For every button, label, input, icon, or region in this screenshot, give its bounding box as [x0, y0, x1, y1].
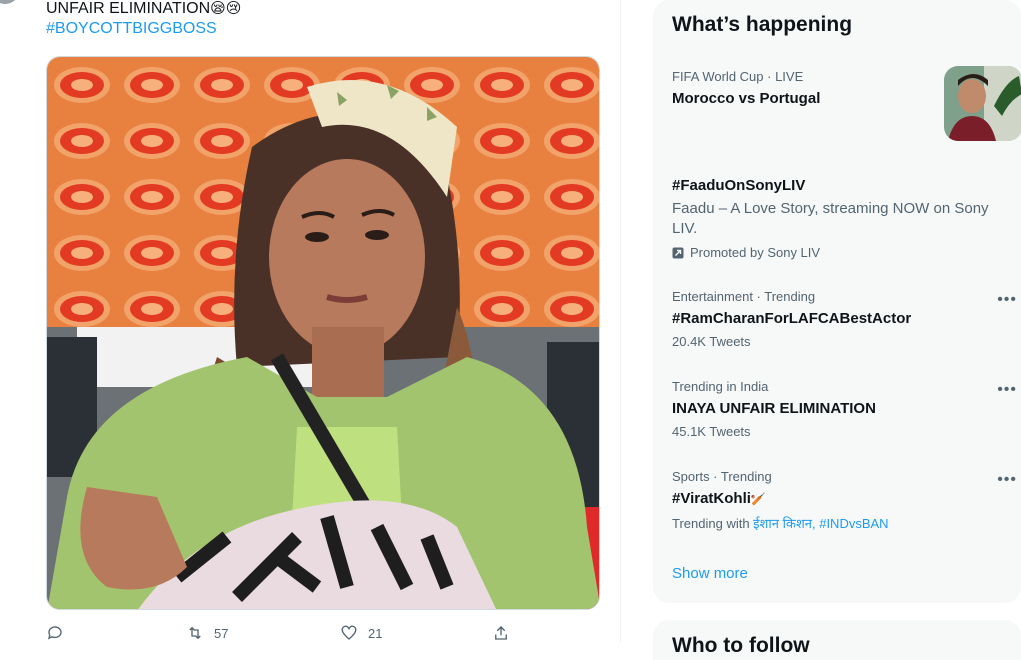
- trend-description: Faadu – A Love Story, streaming NOW on S…: [672, 200, 989, 237]
- tweet-text: UNFAIR ELIMINATION😪😢 #BOYCOTTBIGGBOSS: [46, 0, 241, 39]
- trend-name: #FaaduOnSonyLIV: [672, 177, 806, 194]
- avatar[interactable]: [0, 0, 20, 4]
- trend-name: INAYA UNFAIR ELIMINATION: [672, 400, 876, 417]
- like-count: 21: [368, 625, 383, 641]
- retweet-button[interactable]: 57: [186, 624, 228, 642]
- promoted-icon: [672, 247, 684, 258]
- cricket-emoji: 🏏: [750, 492, 766, 506]
- who-to-follow-card: Who to follow: [653, 620, 1021, 660]
- trend-name-text: #ViratKohli: [672, 490, 751, 507]
- tweet-emoji: 😪😢: [210, 0, 242, 17]
- tweet-photo[interactable]: [46, 56, 600, 610]
- trend-item[interactable]: Entertainment · Trending #RamCharanForLA…: [672, 289, 1021, 349]
- tweet-column: UNFAIR ELIMINATION😪😢 #BOYCOTTBIGGBOSS 57…: [0, 0, 621, 643]
- trend-tweet-count: 20.4K Tweets: [672, 334, 751, 349]
- whats-happening-card: What’s happening FIFA World Cup · LIVE M…: [653, 0, 1021, 603]
- more-icon[interactable]: •••: [997, 471, 1017, 489]
- trending-with-prefix: Trending with: [672, 516, 754, 531]
- tweet-actions: 57 21: [46, 624, 566, 644]
- reply-button[interactable]: [46, 624, 74, 642]
- reply-icon: [47, 626, 62, 640]
- trend-item[interactable]: Sports · Trending #ViratKohli🏏 Trending …: [672, 469, 1021, 532]
- trend-tweet-count: 45.1K Tweets: [672, 424, 751, 439]
- card-title: What’s happening: [672, 13, 853, 36]
- trend-item[interactable]: Trending in India INAYA UNFAIR ELIMINATI…: [672, 379, 1021, 439]
- trend-meta: Trending in India: [672, 379, 769, 394]
- share-button[interactable]: [492, 624, 510, 642]
- trend-name: #RamCharanForLAFCABestActor: [672, 310, 912, 327]
- card-title: Who to follow: [672, 634, 810, 657]
- trend-meta: Entertainment · Trending: [672, 289, 816, 304]
- tweet-photo-image: [47, 57, 599, 609]
- promoted-label: Promoted by Sony LIV: [672, 245, 1021, 260]
- like-icon: [341, 625, 357, 640]
- more-icon[interactable]: •••: [997, 291, 1017, 309]
- trending-with-links[interactable]: ईशान किशन, #INDvsBAN: [753, 516, 888, 531]
- retweet-icon: [189, 626, 201, 640]
- trend-item-promoted[interactable]: #FaaduOnSonyLIV Faadu – A Love Story, st…: [672, 172, 1021, 260]
- promoted-text: Promoted by Sony LIV: [690, 245, 821, 260]
- trend-thumbnail[interactable]: [944, 66, 1021, 141]
- trend-meta: Sports · Trending: [672, 469, 772, 484]
- like-button[interactable]: 21: [340, 624, 382, 642]
- more-icon[interactable]: •••: [997, 381, 1017, 399]
- show-more-link[interactable]: Show more: [672, 565, 748, 582]
- share-icon: [495, 626, 507, 640]
- trending-with: Trending with ईशान किशन, #INDvsBAN: [672, 514, 1021, 532]
- trend-name: #ViratKohli🏏: [672, 489, 1021, 509]
- tweet-text-line: UNFAIR ELIMINATION: [46, 0, 211, 17]
- tweet-hashtag-link[interactable]: #BOYCOTTBIGGBOSS: [46, 19, 241, 39]
- trend-thumbnail-image: [944, 66, 1021, 141]
- retweet-count: 57: [214, 625, 229, 641]
